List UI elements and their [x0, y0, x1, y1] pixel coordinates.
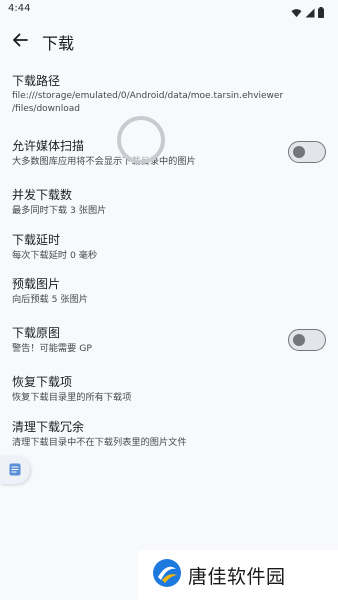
back-button[interactable]: [6, 28, 34, 56]
pref-summary: 最多同时下载 3 张图片: [12, 205, 107, 216]
watermark-logo-icon: [152, 558, 182, 592]
pref-download-original[interactable]: 下载原图 警告！可能需要 GP: [12, 326, 292, 355]
pref-title: 预载图片: [12, 277, 61, 291]
path-line-2: /files/download: [12, 104, 80, 114]
pref-summary: 恢复下载目录里的所有下载项: [12, 392, 132, 403]
media-scan-switch[interactable]: [288, 141, 326, 163]
pref-summary: 清理下载目录中不在下载列表里的图片文件: [12, 437, 187, 448]
pref-download-path[interactable]: 下载路径 file:///storage/emulated/0/Android/…: [12, 74, 330, 116]
pref-restore-downloads[interactable]: 恢复下载项 恢复下载目录里的所有下载项: [12, 375, 292, 404]
pref-clean-redundancy[interactable]: 清理下载冗余 清理下载目录中不在下载列表里的图片文件: [12, 420, 292, 449]
download-original-switch[interactable]: [288, 329, 326, 351]
switch-thumb: [293, 145, 305, 158]
pref-summary: file:///storage/emulated/0/Android/data/…: [12, 90, 330, 116]
pref-title: 下载路径: [12, 74, 61, 88]
pref-summary: 向后预载 5 张图片: [12, 294, 88, 305]
switch-thumb: [293, 333, 305, 346]
pref-title: 恢复下载项: [12, 375, 73, 389]
page-title: 下载: [42, 34, 75, 53]
pref-summary: 每次下载延时 0 毫秒: [12, 250, 98, 261]
loading-spinner: [117, 116, 165, 164]
battery-icon: [318, 3, 324, 22]
watermark-text: 唐佳软件园: [188, 565, 286, 588]
wifi-icon: [291, 3, 302, 22]
app-bar: 下载: [0, 26, 338, 58]
watermark: 唐佳软件园: [138, 550, 338, 600]
pref-title: 清理下载冗余: [12, 420, 85, 434]
floating-side-tab[interactable]: [0, 456, 30, 484]
arrow-back-icon: [12, 32, 28, 52]
pref-title: 下载原图: [12, 326, 61, 340]
pref-concurrency[interactable]: 并发下载数 最多同时下载 3 张图片: [12, 188, 292, 217]
note-icon: [9, 461, 21, 480]
pref-preload[interactable]: 预载图片 向后预载 5 张图片: [12, 277, 292, 306]
status-time: 4:44: [8, 3, 31, 14]
pref-title: 下载延时: [12, 233, 61, 247]
signal-icon: [305, 3, 315, 22]
status-icons: [291, 3, 324, 22]
pref-summary: 警告！可能需要 GP: [12, 343, 92, 354]
pref-delay[interactable]: 下载延时 每次下载延时 0 毫秒: [12, 233, 292, 262]
status-bar: 4:44: [0, 0, 338, 18]
pref-title: 并发下载数: [12, 188, 73, 202]
path-line-1: file:///storage/emulated/0/Android/data/…: [12, 91, 284, 101]
